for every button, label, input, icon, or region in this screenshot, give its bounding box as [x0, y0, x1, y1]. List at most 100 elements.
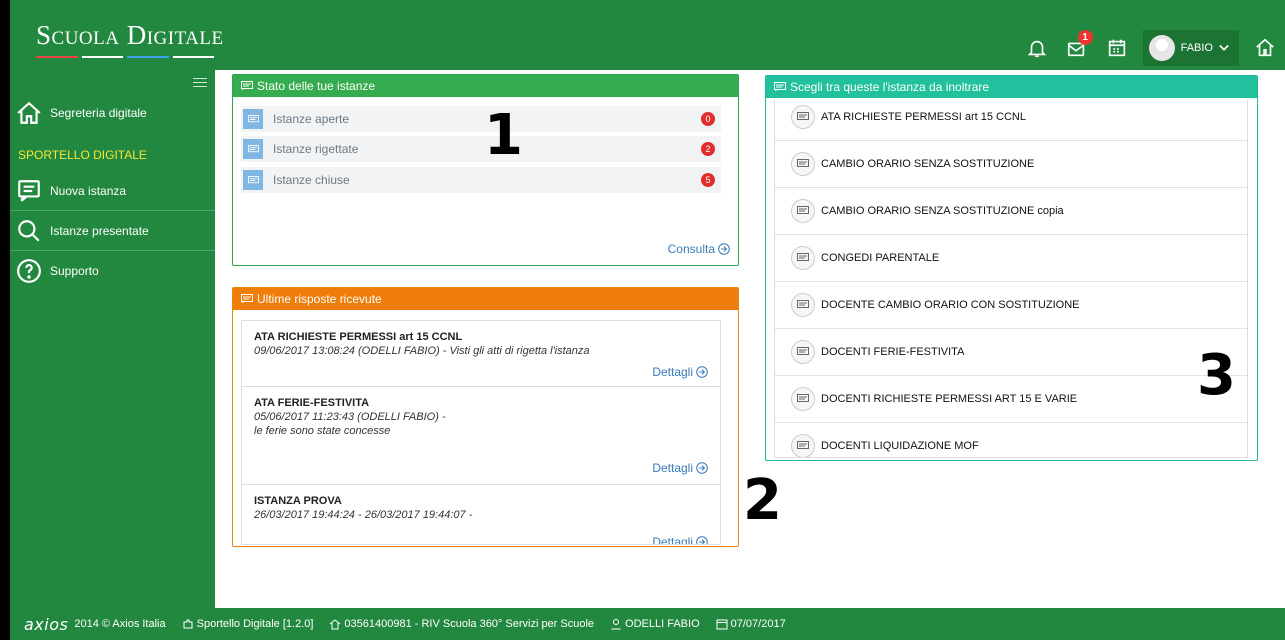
panel-title: Stato delle tue istanze [257, 79, 376, 93]
instance-label: DOCENTI FERIE-FESTIVITA [821, 346, 965, 358]
instance-item[interactable]: CAMBIO ORARIO SENZA SOSTITUZIONE copia [775, 188, 1247, 235]
panel-title: Scegli tra queste l'istanza da inoltrare [790, 80, 990, 94]
responses-list: ATA RICHIESTE PERMESSI art 15 CCNL 09/06… [241, 320, 721, 545]
status-label: Istanze chiuse [273, 173, 350, 187]
help-icon [16, 258, 42, 284]
sidebar-item-label: Supporto [50, 264, 99, 278]
link-label: Dettagli [652, 365, 693, 379]
details-link[interactable]: Dettagli [652, 461, 708, 475]
count-badge: 5 [701, 173, 715, 187]
instance-label: DOCENTE CAMBIO ORARIO CON SOSTITUZIONE [821, 299, 1080, 311]
status-row-rigettate[interactable]: Istanze rigettate 2 [241, 136, 721, 162]
sidebar-item-label: Istanze presentate [50, 224, 149, 238]
arrow-right-circle-icon [696, 366, 708, 378]
app-version: Sportello Digitale [1.2.0] [182, 618, 313, 630]
annotation-1: 1 [484, 103, 523, 168]
messages-icon[interactable]: 1 [1061, 30, 1093, 64]
user-name: FABIO [1180, 42, 1213, 54]
app-window: Scuola Digitale 1 FABIO Segreteria digit… [10, 0, 1285, 640]
comment-icon [791, 152, 815, 176]
instance-label: CONGEDI PARENTALE [821, 252, 940, 264]
instance-item[interactable]: DOCENTE CAMBIO ORARIO CON SOSTITUZIONE [775, 282, 1247, 329]
status-label: Istanze rigettate [273, 142, 359, 156]
sidebar-item-nuova-istanza[interactable]: Nuova istanza [10, 178, 215, 204]
comment-icon [243, 139, 263, 159]
response-message: le ferie sono state concesse [254, 425, 391, 437]
menu-toggle-icon[interactable] [193, 78, 207, 90]
school-text: 03561400981 - RIV Scuola 360° Servizi pe… [344, 618, 595, 630]
bell-icon[interactable] [1021, 32, 1053, 64]
axios-logo: axios [24, 614, 69, 634]
comment-icon [243, 109, 263, 129]
instance-label: DOCENTI RICHIESTE PERMESSI ART 15 E VARI… [821, 393, 1078, 405]
response-meta: 05/06/2017 11:23:43 (ODELLI FABIO) - [254, 411, 446, 423]
divider [10, 250, 215, 251]
instance-item[interactable]: CAMBIO ORARIO SENZA SOSTITUZIONE [775, 141, 1247, 188]
comment-icon [791, 246, 815, 270]
instance-item[interactable]: DOCENTI LIQUIDAZIONE MOF [775, 423, 1247, 457]
details-link[interactable]: Dettagli [652, 365, 708, 379]
brand-logo[interactable]: Scuola Digitale [36, 20, 224, 51]
comment-icon [241, 81, 253, 91]
panel-title: Ultime risposte ricevute [257, 292, 382, 306]
instance-item[interactable]: DOCENTI FERIE-FESTIVITA [775, 329, 1247, 376]
top-header: Scuola Digitale 1 FABIO [10, 0, 1285, 70]
comment-icon [16, 178, 42, 204]
choose-instance-panel: Scegli tra queste l'istanza da inoltrare… [765, 75, 1258, 461]
home-icon[interactable] [1249, 32, 1281, 64]
link-label: Dettagli [652, 461, 693, 475]
puzzle-icon [183, 619, 193, 629]
comment-icon [791, 434, 815, 457]
sidebar: Segreteria digitale SPORTELLO DIGITALE N… [10, 70, 215, 608]
link-label: Consulta [667, 242, 715, 256]
responses-panel: Ultime risposte ricevute ATA RICHIESTE P… [232, 287, 739, 547]
comment-icon [243, 170, 263, 190]
sidebar-item-istanze-presentate[interactable]: Istanze presentate [10, 218, 215, 244]
arrow-right-circle-icon [696, 462, 708, 474]
comment-icon [791, 293, 815, 317]
footer-date-text: 07/07/2017 [730, 618, 786, 630]
annotation-3: 3 [1197, 343, 1236, 408]
user-menu-button[interactable]: FABIO [1142, 30, 1239, 66]
instance-item[interactable]: ATA RICHIESTE PERMESSI art 15 CCNL [775, 100, 1247, 141]
instance-label: DOCENTI LIQUIDAZIONE MOF [821, 440, 979, 452]
header-actions: 1 FABIO [1013, 28, 1285, 68]
comment-icon [241, 294, 253, 304]
school-info: 03561400981 - RIV Scuola 360° Servizi pe… [329, 618, 594, 630]
home-icon [16, 100, 42, 126]
status-row-aperte[interactable]: Istanze aperte 0 [241, 106, 721, 132]
consulta-link[interactable]: Consulta [668, 242, 730, 256]
panel-header: Ultime risposte ricevute [233, 288, 738, 310]
calendar-icon[interactable] [1101, 32, 1133, 64]
response-title: ATA FERIE-FESTIVITA [254, 397, 370, 409]
arrow-right-circle-icon [718, 243, 730, 255]
avatar [1148, 35, 1175, 61]
response-meta: 26/03/2017 19:44:24 - 26/03/2017 19:44:0… [254, 509, 473, 521]
link-label: Dettagli [652, 535, 693, 545]
divider [10, 210, 215, 211]
footer-user: ODELLI FABIO [610, 618, 700, 630]
sidebar-section-title: SPORTELLO DIGITALE [18, 148, 147, 162]
notification-badge: 1 [1077, 30, 1093, 45]
comment-icon [791, 387, 815, 411]
instance-list: ATA RICHIESTE PERMESSI art 15 CCNL CAMBI… [774, 100, 1248, 458]
response-meta: 09/06/2017 13:08:24 (ODELLI FABIO) - Vis… [254, 345, 590, 357]
details-link[interactable]: Dettagli [652, 535, 708, 545]
search-icon [16, 218, 42, 244]
footer-date: 07/07/2017 [716, 618, 786, 630]
sidebar-item-label: Nuova istanza [50, 184, 127, 198]
list-item: ATA FERIE-FESTIVITA 05/06/2017 11:23:43 … [242, 387, 720, 485]
comment-icon [774, 82, 786, 92]
comment-icon [791, 105, 815, 129]
list-item: ATA RICHIESTE PERMESSI art 15 CCNL 09/06… [242, 321, 720, 387]
count-badge: 2 [701, 142, 715, 156]
chevron-down-icon [1219, 44, 1229, 51]
sidebar-item-segreteria[interactable]: Segreteria digitale [10, 100, 215, 126]
status-row-chiuse[interactable]: Istanze chiuse 5 [241, 167, 721, 193]
instance-item[interactable]: DOCENTI RICHIESTE PERMESSI ART 15 E VARI… [775, 376, 1247, 423]
instance-item[interactable]: CONGEDI PARENTALE [775, 235, 1247, 282]
home-icon [330, 619, 341, 630]
count-badge: 0 [701, 112, 715, 126]
copyright: 2014 © Axios Italia [74, 618, 166, 630]
sidebar-item-supporto[interactable]: Supporto [10, 258, 215, 284]
